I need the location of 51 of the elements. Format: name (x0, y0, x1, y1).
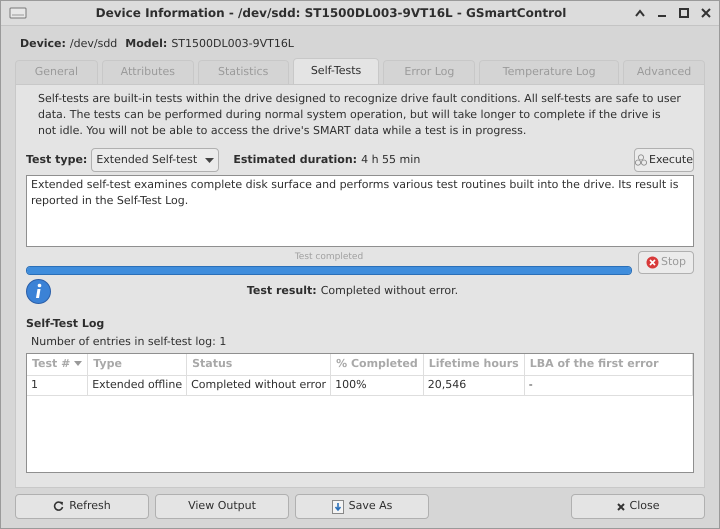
close-button[interactable]: Close (571, 494, 705, 519)
column-header[interactable]: Status (186, 354, 331, 375)
window-title: Device Information - /dev/sdd: ST1500DL003-9VT16L - GSmartControl (96, 5, 566, 22)
save-as-button[interactable]: Save As (295, 494, 429, 519)
table-cell: 1 (27, 375, 88, 395)
description-box: Extended self-test examines complete disk surface and performs various test routines built into the drive. Its result is reported in the Self-Test Log. (26, 175, 694, 247)
close-icon[interactable] (701, 8, 711, 18)
close-icon (616, 502, 625, 510)
save-icon (332, 500, 344, 514)
tab[interactable]: Statistics (198, 60, 289, 84)
device-value: /dev/sdd (70, 36, 118, 52)
table-cell: Completed without error (186, 375, 331, 395)
tab[interactable]: Attributes (102, 60, 194, 84)
test-type-dropdown[interactable]: Extended Self-test (91, 148, 220, 172)
table-cell: - (524, 375, 692, 395)
sort-caret-icon (74, 361, 82, 366)
test-type-label: Test type: (26, 152, 88, 168)
table-cell: Extended offline (88, 375, 187, 395)
model-value: ST1500DL003-9VT16L (171, 36, 294, 52)
column-header[interactable]: Type (88, 354, 187, 375)
view-output-button[interactable]: View Output (155, 494, 289, 519)
device-label: Device: (20, 36, 66, 52)
duration-value: 4 h 55 min (361, 152, 420, 168)
refresh-icon (53, 501, 64, 512)
execute-button[interactable]: Execute (634, 148, 694, 172)
section-title: Self-Test Log (26, 316, 106, 331)
table-cell: 20,546 (423, 375, 524, 395)
column-header[interactable]: % Completed (330, 354, 424, 375)
intro-text: Self-tests are built-in tests within the drive designed to recognize drive fault conditions. All self-tests are safe to user data. The tests can be performed during normal system operation, but will take longer to complete if the drive is not idle. You will not be able to access the drive's SMART data while a test is in progress. (37, 91, 682, 139)
refresh-button[interactable]: Refresh (15, 494, 149, 519)
drive-icon (9, 6, 27, 20)
result-label: Test result: (246, 282, 317, 299)
tab[interactable]: General (15, 60, 98, 84)
stop-icon (646, 256, 659, 269)
tab[interactable]: Error Log (383, 60, 476, 84)
column-header[interactable]: LBA of the first error (524, 354, 692, 375)
duration-label: Estimated duration: (233, 152, 358, 168)
maximize-icon[interactable] (679, 8, 689, 18)
info-icon (26, 278, 51, 304)
result-value: Completed without error. (320, 282, 458, 299)
caret-icon (205, 158, 214, 162)
chevron-up-icon[interactable] (635, 9, 645, 17)
tab[interactable]: Self-Tests (292, 58, 380, 84)
tab[interactable]: Temperature Log (479, 60, 620, 84)
tab[interactable]: Advanced (623, 60, 705, 84)
table-cell: 100% (330, 375, 424, 395)
entry-count: Number of entries in self-test log: 1 (30, 334, 228, 349)
column-header[interactable]: Lifetime hours (423, 354, 524, 375)
column-header[interactable]: Test # (27, 354, 88, 375)
model-label: Model: (125, 36, 168, 52)
progress-label: Test completed (294, 251, 364, 264)
